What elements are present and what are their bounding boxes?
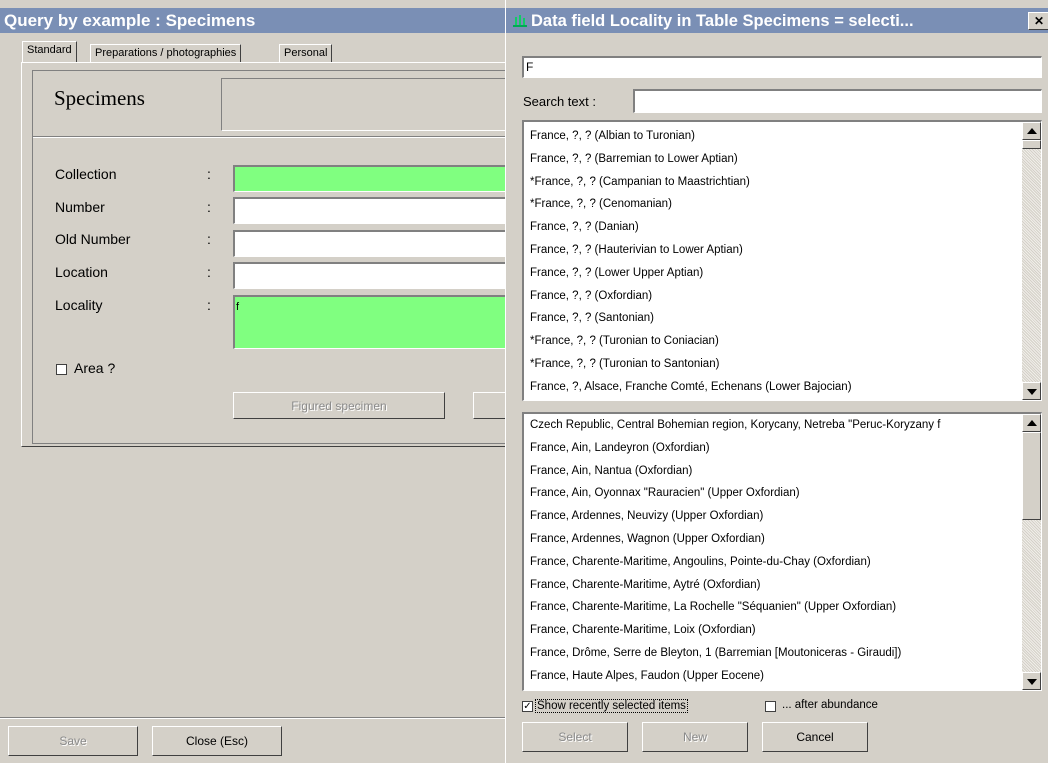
locality-field-value: f <box>236 301 240 313</box>
all-items-list[interactable]: Czech Republic, Central Bohemian region,… <box>522 412 1042 691</box>
collection-field[interactable] <box>233 165 505 192</box>
collection-label: Collection <box>55 166 117 182</box>
tab-personal[interactable]: Personal <box>279 44 333 63</box>
all-scroll-up-button[interactable] <box>1022 414 1041 432</box>
tab-standard[interactable]: Standard <box>22 41 77 63</box>
filter-input[interactable]: F <box>522 56 1042 78</box>
arrow-down-icon <box>1027 389 1037 395</box>
list-item[interactable]: France, Ardennes, Neuvizy (Upper Oxfordi… <box>524 505 1022 528</box>
list-item[interactable]: France, Charente-Maritime, Loix (Oxfordi… <box>524 619 1022 642</box>
query-window-title: Query by example : Specimens <box>4 11 256 30</box>
filter-input-value: F <box>526 60 534 74</box>
tab-preparations[interactable]: Preparations / photographies <box>90 44 242 63</box>
dialog-title: Data field Locality in Table Specimens =… <box>531 12 914 30</box>
list-item[interactable]: France, Charente-Maritime, La Rochelle "… <box>524 596 1022 619</box>
all-items-container: Czech Republic, Central Bohemian region,… <box>524 414 1022 688</box>
recent-item[interactable]: *France, ?, ? (Campanian to Maastrichtia… <box>524 171 1014 194</box>
after-abundance-label: ... after abundance <box>782 699 878 711</box>
figured-specimen-button[interactable]: Figured specimen <box>233 392 445 419</box>
extra-button[interactable] <box>473 392 505 419</box>
recent-item[interactable]: *France, ?, ? (Cenomanian) <box>524 193 1014 216</box>
number-colon: : <box>207 199 211 215</box>
area-label: Area ? <box>74 360 116 376</box>
recent-scroll-thumb[interactable] <box>1022 140 1041 149</box>
heading-box <box>221 78 505 131</box>
select-button[interactable]: Select <box>522 722 628 752</box>
locality-colon: : <box>207 297 211 313</box>
recent-item[interactable]: France, ?, ? (Barremian to Lower Aptian) <box>524 148 1014 171</box>
recent-item[interactable]: France, ?, ? (Oxfordian) <box>524 285 1014 308</box>
recent-scrollbar[interactable] <box>1022 122 1041 400</box>
close-icon: ✕ <box>1033 14 1045 28</box>
recent-item[interactable]: France, ?, ? (Hauterivian to Lower Aptia… <box>524 239 1014 262</box>
save-button[interactable]: Save <box>8 726 138 756</box>
recent-item[interactable]: *France, ?, ? (Turonian to Coniacian) <box>524 330 1014 353</box>
cancel-button[interactable]: Cancel <box>762 722 868 752</box>
show-recent-label: Show recently selected items <box>535 699 688 713</box>
collection-colon: : <box>207 166 211 182</box>
all-scroll-thumb[interactable] <box>1022 432 1041 520</box>
number-label: Number <box>55 199 105 215</box>
location-field[interactable] <box>233 262 505 289</box>
recent-item[interactable]: *France, ?, ? (Turonian to Santonian) <box>524 353 1014 376</box>
show-recent-checkbox[interactable]: ✓ <box>522 701 533 712</box>
list-item[interactable]: France, Haute Alpes, Faudon (Upper Eocen… <box>524 665 1022 688</box>
recent-item[interactable]: France, ?, ? (Lower Upper Aptian) <box>524 262 1014 285</box>
bottom-divider <box>0 717 505 719</box>
after-abundance-checkbox[interactable] <box>765 701 776 712</box>
recent-item[interactable]: France, ?, ? (Santonian) <box>524 307 1014 330</box>
old-number-colon: : <box>207 231 211 247</box>
dialog-close-button[interactable]: ✕ <box>1028 12 1048 30</box>
search-label: Search text : <box>523 94 596 109</box>
recent-item[interactable]: France, ?, Alsace, Franche Comté, Echena… <box>524 376 1014 399</box>
recent-item[interactable]: France, ?, ? (Danian) <box>524 216 1014 239</box>
arrow-up-icon <box>1027 128 1037 134</box>
close-button[interactable]: Close (Esc) <box>152 726 282 756</box>
list-item[interactable]: Czech Republic, Central Bohemian region,… <box>524 414 1022 437</box>
selection-dialog: Data field Locality in Table Specimens =… <box>505 0 1048 763</box>
recent-scroll-up-button[interactable] <box>1022 122 1041 140</box>
all-items-scrollbar[interactable] <box>1022 414 1041 690</box>
list-item[interactable]: France, Drôme, Serre de Bleyton, 1 (Barr… <box>524 642 1022 665</box>
list-item[interactable]: France, Ain, Oyonnax "Rauracien" (Upper … <box>524 482 1022 505</box>
recent-scroll-down-button[interactable] <box>1022 382 1041 400</box>
app-icon <box>512 12 528 28</box>
checkmark-icon: ✓ <box>523 701 532 712</box>
location-label: Location <box>55 264 108 280</box>
list-item[interactable]: France, Charente-Maritime, Aytré (Oxford… <box>524 574 1022 597</box>
list-item[interactable]: France, Ain, Nantua (Oxfordian) <box>524 460 1022 483</box>
list-item[interactable]: France, Ain, Landeyron (Oxfordian) <box>524 437 1022 460</box>
arrow-down-icon <box>1027 679 1037 685</box>
number-field[interactable] <box>233 197 505 224</box>
old-number-label: Old Number <box>55 231 131 247</box>
query-window: Query by example : Specimens Standard Pr… <box>0 0 505 763</box>
recent-items-container: France, ?, ? (Albian to Turonian) France… <box>524 125 1014 399</box>
recent-items-list[interactable]: France, ?, ? (Albian to Turonian) France… <box>522 120 1042 401</box>
area-checkbox[interactable] <box>56 364 67 375</box>
new-button[interactable]: New <box>642 722 748 752</box>
list-item[interactable]: France, Charente-Maritime, Angoulins, Po… <box>524 551 1022 574</box>
arrow-up-icon <box>1027 420 1037 426</box>
all-scroll-down-button[interactable] <box>1022 672 1041 690</box>
location-colon: : <box>207 264 211 280</box>
header-divider <box>33 136 505 138</box>
recent-item[interactable]: France, ?, ? (Albian to Turonian) <box>524 125 1014 148</box>
locality-label: Locality <box>55 297 103 313</box>
old-number-field[interactable] <box>233 230 505 257</box>
locality-field[interactable]: f <box>233 295 505 349</box>
list-item[interactable]: France, Ardennes, Wagnon (Upper Oxfordia… <box>524 528 1022 551</box>
page-heading: Specimens <box>54 86 145 110</box>
search-input[interactable] <box>633 89 1042 113</box>
